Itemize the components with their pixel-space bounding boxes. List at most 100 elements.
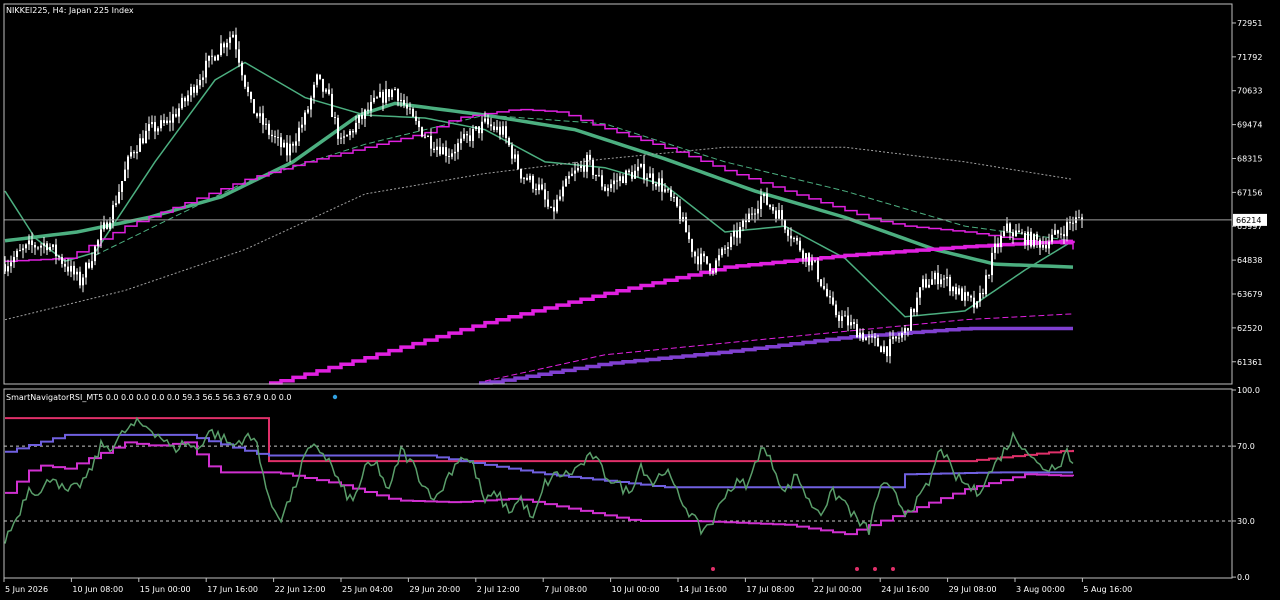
candle-body (478, 126, 480, 134)
candle-body (37, 247, 39, 249)
candle-body (883, 346, 885, 353)
candle-body (223, 43, 225, 48)
candle-body (379, 91, 381, 98)
candle-body (178, 108, 180, 117)
candle-body (10, 262, 12, 267)
candle-body (388, 89, 390, 98)
price-tick-label: 63679 (1237, 290, 1262, 299)
candle-body (301, 124, 303, 128)
time-tick-label: 22 Jun 12:00 (275, 585, 326, 594)
candle-body (394, 89, 396, 91)
candle-body (625, 170, 627, 183)
candle-body (973, 297, 975, 308)
candle-body (385, 89, 387, 103)
candle-body (898, 337, 900, 339)
candle-body (895, 336, 897, 339)
candle-body (703, 253, 705, 257)
candle-body (73, 265, 75, 275)
candle-body (187, 95, 189, 102)
candle-body (580, 165, 582, 168)
candle-body (601, 175, 603, 187)
candle-body (1015, 230, 1017, 237)
time-tick-label: 29 Jul 08:00 (949, 585, 997, 594)
time-tick-label: 7 Jul 08:00 (544, 585, 587, 594)
candle-body (556, 199, 558, 212)
candle-body (367, 109, 369, 111)
candle-body (796, 237, 798, 241)
price-tick-label: 71792 (1237, 53, 1262, 62)
candle-body (169, 120, 171, 123)
candle-body (520, 168, 522, 179)
candle-body (820, 279, 822, 287)
candle-body (460, 138, 462, 144)
candle-body (1063, 234, 1065, 237)
candle-body (871, 336, 873, 338)
time-tick-label: 22 Jul 00:00 (814, 585, 862, 594)
candle-body (274, 136, 276, 138)
candle-body (43, 243, 45, 246)
candle-body (445, 147, 447, 156)
candle-body (481, 121, 483, 134)
candle-body (1009, 223, 1011, 233)
candle-body (697, 256, 699, 265)
candle-body (853, 322, 855, 325)
candle-body (211, 55, 213, 57)
candle-body (934, 272, 936, 280)
candle-body (340, 137, 342, 139)
candle-body (145, 130, 147, 144)
rsi-tick-label: 30.0 (1237, 517, 1255, 526)
candle-body (31, 240, 33, 245)
candle-body (46, 243, 48, 251)
candle-body (229, 37, 231, 43)
candle-body (985, 275, 987, 295)
candle-body (325, 89, 327, 92)
candle-body (718, 255, 720, 261)
candle-body (739, 226, 741, 238)
candle-body (157, 128, 159, 132)
candle-body (196, 85, 198, 93)
candle-body (76, 271, 78, 275)
candle-body (988, 275, 990, 277)
candle-body (205, 60, 207, 78)
candle-body (745, 220, 747, 223)
candle-body (163, 120, 165, 124)
trading-chart[interactable]: 7295171792706336947468315671566599764838… (0, 0, 1280, 600)
candle-body (421, 127, 423, 137)
candle-body (403, 99, 405, 105)
candle-body (649, 173, 651, 178)
candle-body (772, 206, 774, 211)
time-tick-label: 15 Jun 00:00 (140, 585, 191, 594)
time-tick-label: 5 Aug 16:00 (1083, 585, 1132, 594)
candle-body (427, 135, 429, 137)
candle-body (148, 124, 150, 131)
candle-body (1060, 233, 1062, 235)
candle-body (313, 84, 315, 98)
candle-body (655, 184, 657, 187)
candle-body (565, 178, 567, 187)
candle-body (238, 49, 240, 63)
candle-body (592, 159, 594, 176)
candle-body (568, 175, 570, 179)
candle-body (622, 176, 624, 183)
candle-body (166, 120, 168, 124)
candle-body (571, 173, 573, 176)
candle-body (439, 146, 441, 155)
candle-body (880, 346, 882, 353)
time-tick-label: 5 Jun 2026 (5, 585, 48, 594)
price-tick-label: 72951 (1237, 19, 1262, 28)
candle-body (502, 126, 504, 135)
candle-body (190, 86, 192, 96)
candle-body (754, 213, 756, 215)
candle-body (922, 279, 924, 288)
rsi-tick-label: 70.0 (1237, 442, 1255, 451)
candle-body (1072, 222, 1074, 224)
candle-body (472, 128, 474, 141)
candle-body (961, 288, 963, 301)
candle-body (160, 120, 162, 129)
candle-body (235, 34, 237, 50)
candle-body (433, 148, 435, 150)
candle-body (826, 288, 828, 297)
candle-body (667, 189, 669, 191)
candle-body (316, 74, 318, 85)
candle-body (310, 97, 312, 110)
